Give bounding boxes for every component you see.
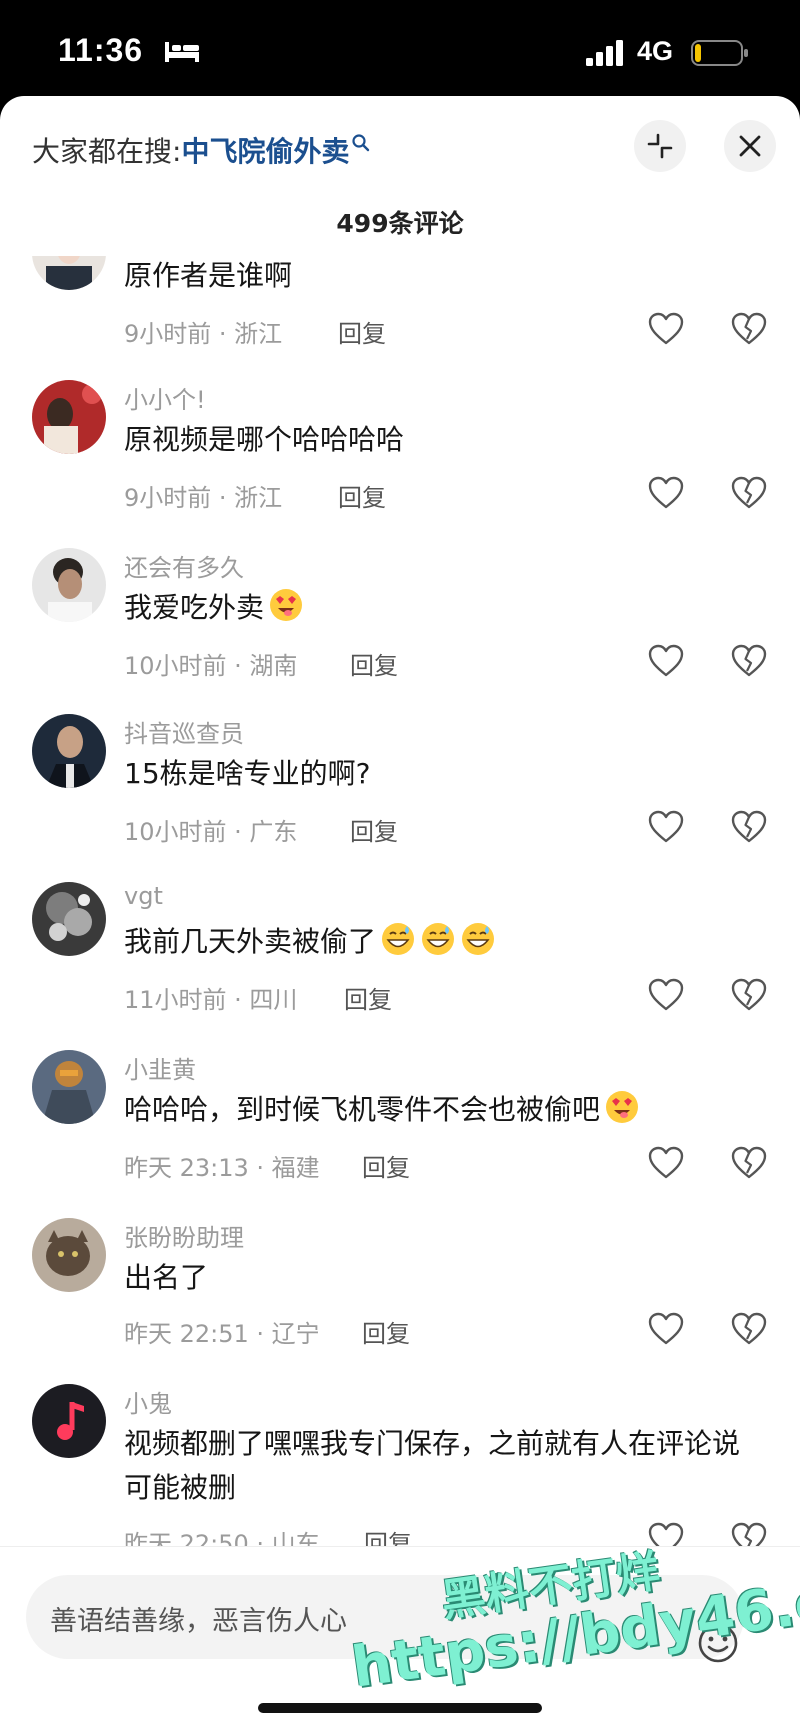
comment-username[interactable]: 还会有多久 bbox=[124, 548, 244, 583]
heart-icon[interactable] bbox=[648, 978, 684, 1012]
comment-meta: 10小时前 · 广东 bbox=[124, 818, 298, 846]
grinning-sweat-emoji bbox=[462, 923, 495, 955]
reply-button[interactable]: 回复 bbox=[362, 1314, 410, 1349]
comment-item: 抖音巡查员 15栋是啥专业的啊? 10小时前 · 广东 回复 bbox=[0, 714, 800, 884]
broken-heart-icon[interactable] bbox=[731, 1146, 767, 1180]
comment-text: 我前几天外卖被偷了 bbox=[124, 920, 764, 964]
heart-icon[interactable] bbox=[648, 1146, 684, 1180]
comment-username[interactable]: 抖音巡查员 bbox=[124, 714, 244, 749]
close-button[interactable] bbox=[724, 120, 776, 172]
battery-icon bbox=[691, 40, 748, 66]
heart-icon[interactable] bbox=[648, 476, 684, 510]
comment-meta: 9小时前 · 浙江 bbox=[124, 484, 283, 512]
heart-icon[interactable] bbox=[648, 1312, 684, 1346]
broken-heart-icon[interactable] bbox=[731, 312, 767, 346]
avatar[interactable] bbox=[32, 1050, 106, 1124]
home-indicator[interactable] bbox=[258, 1703, 542, 1713]
comment-item: 小小个! 原视频是哪个哈哈哈哈 9小时前 · 浙江 回复 bbox=[0, 380, 800, 550]
comment-item: 还会有多久 我爱吃外卖 10小时前 · 湖南 回复 bbox=[0, 548, 800, 718]
comment-text: 视频都删了嘿嘿我专门保存，之前就有人在评论说可能被删 bbox=[124, 1427, 741, 1504]
reply-button[interactable]: 回复 bbox=[338, 478, 386, 513]
heart-icon[interactable] bbox=[648, 810, 684, 844]
avatar[interactable] bbox=[32, 256, 106, 290]
comment-username[interactable]: 张盼盼助理 bbox=[124, 1218, 244, 1253]
reply-button[interactable]: 回复 bbox=[362, 1148, 410, 1183]
comment-count: 499条评论 bbox=[336, 209, 464, 238]
grinning-sweat-emoji bbox=[382, 923, 415, 955]
search-hint-term[interactable]: 中飞院偷外卖 bbox=[181, 135, 349, 168]
comment-meta: 昨天 23:13 · 福建 bbox=[124, 1154, 320, 1182]
comment-meta: 9小时前 · 浙江 bbox=[124, 320, 283, 348]
reply-button[interactable]: 回复 bbox=[350, 812, 398, 847]
comment-item: 小韭黄 哈哈哈，到时候飞机零件不会也被偷吧 昨天 23:13 · 福建 回复 bbox=[0, 1050, 800, 1220]
heart-icon[interactable] bbox=[648, 644, 684, 678]
comment-meta: 10小时前 · 湖南 bbox=[124, 652, 298, 680]
broken-heart-icon[interactable] bbox=[731, 978, 767, 1012]
comment-item: 张盼盼助理 出名了 昨天 22:51 · 辽宁 回复 bbox=[0, 1218, 800, 1388]
broken-heart-icon[interactable] bbox=[731, 810, 767, 844]
reply-button[interactable]: 回复 bbox=[344, 980, 392, 1015]
avatar[interactable] bbox=[32, 882, 106, 956]
comment-username[interactable]: vgt bbox=[124, 882, 163, 910]
bed-icon bbox=[165, 42, 199, 62]
grinning-sweat-emoji bbox=[422, 923, 455, 955]
comment-list[interactable]: 原作者是谁啊 9小时前 · 浙江 回复 小小个! 原视频是哪个哈哈哈哈 9小时前… bbox=[0, 256, 800, 1646]
comment-item: 原作者是谁啊 9小时前 · 浙江 回复 bbox=[0, 256, 800, 386]
reply-button[interactable]: 回复 bbox=[338, 314, 386, 349]
drooling-face-emoji bbox=[270, 589, 303, 621]
broken-heart-icon[interactable] bbox=[731, 644, 767, 678]
comment-text: 哈哈哈，到时候飞机零件不会也被偷吧 bbox=[124, 1088, 764, 1132]
comment-username[interactable]: 小鬼 bbox=[124, 1384, 172, 1419]
close-icon bbox=[739, 135, 761, 157]
comment-text: 15栋是啥专业的啊? bbox=[124, 757, 371, 790]
status-bar: 11:36 4G bbox=[0, 0, 800, 100]
avatar[interactable] bbox=[32, 714, 106, 788]
comment-text: 原作者是谁啊 bbox=[124, 259, 293, 292]
comment-text: 我爱吃外卖 bbox=[124, 586, 764, 630]
signal-icon bbox=[586, 40, 623, 66]
comment-sheet: 大家都在搜:中飞院偷外卖 499条评论 原作者是谁啊 9小时前 · 浙江 回复 bbox=[0, 96, 800, 1732]
search-suggestion[interactable]: 大家都在搜:中飞院偷外卖 bbox=[32, 130, 371, 170]
search-icon bbox=[352, 134, 370, 152]
broken-heart-icon[interactable] bbox=[731, 1312, 767, 1346]
collapse-icon bbox=[647, 133, 673, 159]
avatar[interactable] bbox=[32, 548, 106, 622]
network-label: 4G bbox=[637, 36, 674, 66]
avatar[interactable] bbox=[32, 1218, 106, 1292]
comment-username[interactable]: 小韭黄 bbox=[124, 1050, 196, 1085]
avatar[interactable] bbox=[32, 1384, 106, 1458]
comment-text: 原视频是哪个哈哈哈哈 bbox=[124, 423, 405, 456]
comment-item: 小鬼 视频都删了嘿嘿我专门保存，之前就有人在评论说可能被删 昨天 22:50 ·… bbox=[0, 1384, 800, 1558]
reply-button[interactable]: 回复 bbox=[350, 646, 398, 681]
comment-meta: 11小时前 · 四川 bbox=[124, 986, 298, 1014]
comment-item: vgt 我前几天外卖被偷了 11小时前 · 四川 回复 bbox=[0, 882, 800, 1052]
avatar[interactable] bbox=[32, 380, 106, 454]
search-hint-prefix: 大家都在搜: bbox=[32, 135, 182, 168]
comment-text: 出名了 bbox=[124, 1261, 209, 1294]
drooling-face-emoji bbox=[606, 1091, 639, 1123]
comment-username[interactable]: 小小个! bbox=[124, 380, 206, 415]
comment-input-placeholder: 善语结善缘，恶言伤人心 bbox=[50, 1606, 347, 1637]
heart-icon[interactable] bbox=[648, 312, 684, 346]
collapse-button[interactable] bbox=[634, 120, 686, 172]
status-time: 11:36 bbox=[58, 32, 144, 68]
broken-heart-icon[interactable] bbox=[731, 476, 767, 510]
comment-meta: 昨天 22:51 · 辽宁 bbox=[124, 1320, 320, 1348]
